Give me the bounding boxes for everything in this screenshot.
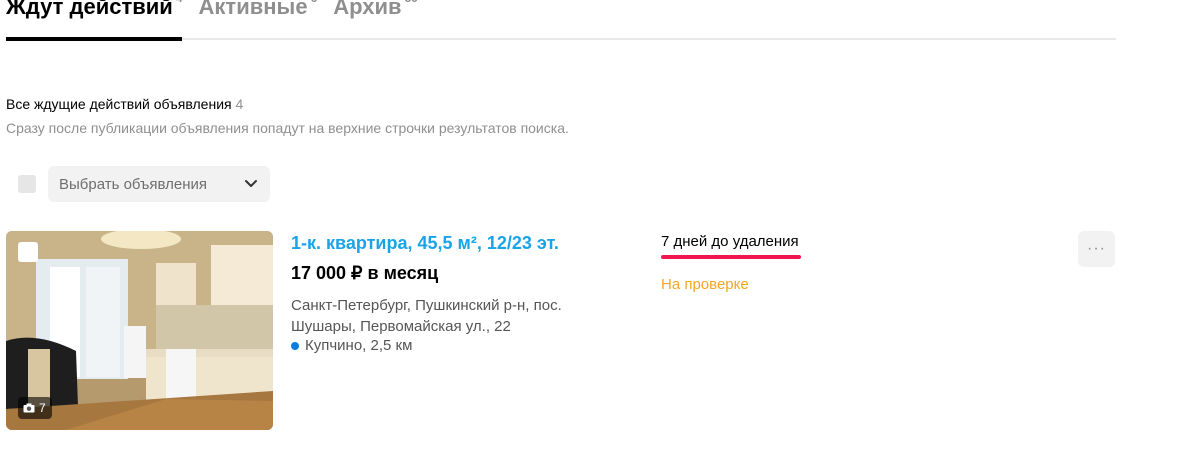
listing-address: Санкт-Петербург, Пушкинский р-н, пос. Шу… xyxy=(291,295,611,337)
highlight-underline xyxy=(661,255,801,259)
chevron-down-icon xyxy=(245,180,257,187)
listing-price: 17 000 ₽ в месяц xyxy=(291,263,439,283)
camera-icon xyxy=(23,403,35,413)
more-actions-button[interactable]: ··· xyxy=(1078,231,1115,267)
section-heading-text: Все ждущие действий объявления xyxy=(6,96,232,112)
listing-title-link[interactable]: 1-к. квартира, 45,5 м², 12/23 эт. xyxy=(291,233,559,254)
tab-count: 4 xyxy=(176,0,183,5)
section-heading: Все ждущие действий объявления 4 xyxy=(6,96,243,112)
tabs: Ждут действий4 Активные6 Архив59 xyxy=(6,0,434,20)
days-until-deletion: 7 дней до удаления xyxy=(661,233,799,250)
photo-count-value: 7 xyxy=(39,401,46,415)
tab-label: Архив xyxy=(333,0,402,19)
select-listings-dropdown[interactable]: Выбрать объявления xyxy=(48,166,270,202)
status-badge: На проверке xyxy=(661,276,749,293)
address-line: Санкт-Петербург, Пушкинский р-н, пос. xyxy=(291,297,562,314)
metro-line-dot-icon xyxy=(291,341,299,350)
metro-station-text: Купчино, 2,5 км xyxy=(305,337,413,354)
active-tab-indicator xyxy=(6,37,182,41)
address-line: Шушары, Первомайская ул., 22 xyxy=(291,318,511,335)
page: Ждут действий4 Активные6 Архив59 Все жду… xyxy=(0,0,1200,457)
photo-count-badge: 7 xyxy=(18,397,52,419)
tab-label: Ждут действий xyxy=(6,0,173,19)
listing-photo[interactable]: 7 xyxy=(6,231,273,430)
select-listings-label: Выбрать объявления xyxy=(59,175,208,193)
section-subtext: Сразу после публикации объявления попаду… xyxy=(6,120,569,136)
select-all-checkbox[interactable] xyxy=(18,175,36,193)
tab-archive[interactable]: Архив59 xyxy=(333,0,418,20)
tab-label: Активные xyxy=(198,0,308,19)
tab-active[interactable]: Активные6 xyxy=(199,0,318,20)
tab-count: 6 xyxy=(311,0,318,5)
tab-awaiting-action[interactable]: Ждут действий4 xyxy=(6,0,183,20)
metro-station: Купчино, 2,5 км xyxy=(291,337,412,354)
listing-select-checkbox[interactable] xyxy=(18,242,38,262)
tab-count: 59 xyxy=(405,0,418,5)
section-heading-count: 4 xyxy=(235,96,244,112)
ellipsis-icon: ··· xyxy=(1087,240,1106,257)
